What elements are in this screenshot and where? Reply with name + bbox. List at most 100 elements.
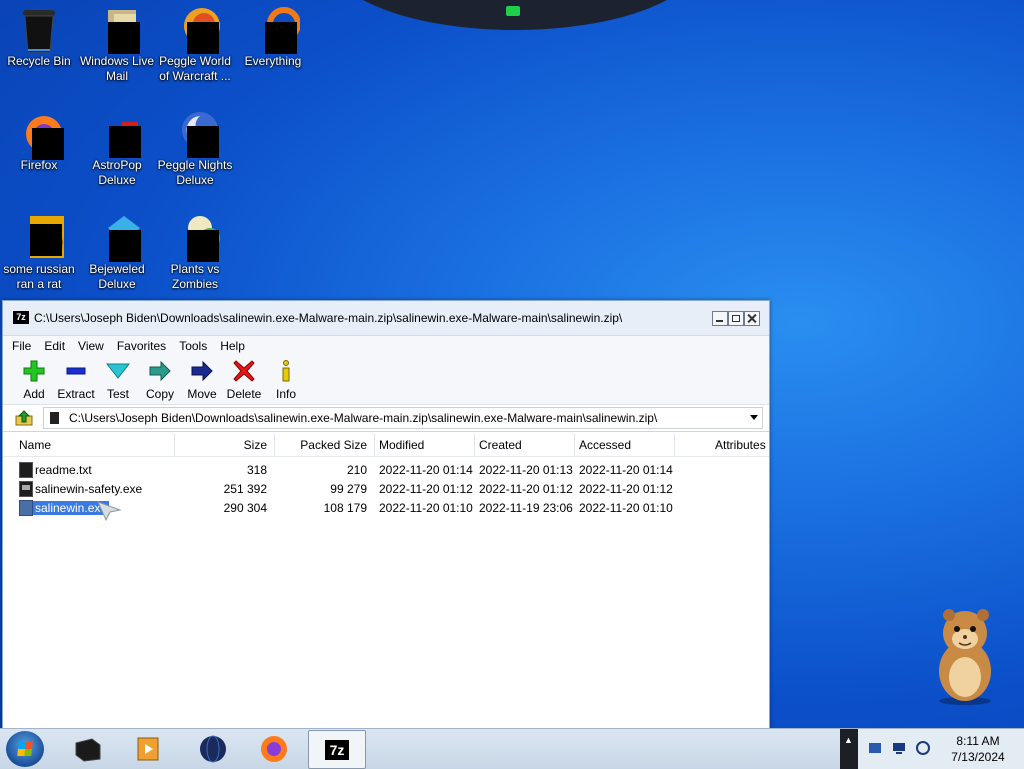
column-size[interactable]: Size <box>203 438 267 452</box>
delete-button[interactable]: Delete <box>223 356 265 401</box>
table-row[interactable]: salinewin-safety.exe 251 392 99 279 2022… <box>3 479 769 498</box>
info-button[interactable]: Info <box>265 356 307 401</box>
7zip-app-icon: 7z <box>13 311 29 324</box>
close-button[interactable] <box>744 311 760 326</box>
desktop-icon-label: Peggle World of Warcraft ... <box>159 54 231 83</box>
menu-bar: File Edit View Favorites Tools Help <box>3 336 769 356</box>
desktop-icon-label: Windows Live Mail <box>79 54 155 83</box>
delete-x-icon <box>233 360 255 382</box>
up-folder-button[interactable] <box>15 410 33 426</box>
column-accessed[interactable]: Accessed <box>579 438 631 452</box>
move-button[interactable]: Move <box>181 356 223 401</box>
info-icon <box>282 360 290 382</box>
rat-app-icon: e <box>16 214 64 260</box>
taskbar-app-media-player[interactable] <box>120 730 176 767</box>
column-separator[interactable] <box>274 434 275 456</box>
desktop-icon-label: Bejeweled Deluxe <box>89 262 145 291</box>
recycle-bin-icon <box>16 6 62 53</box>
mail-icon <box>94 6 140 54</box>
terminal-icon <box>75 737 101 762</box>
clock[interactable]: 8:11 AM 7/13/2024 <box>938 733 1018 765</box>
media-player-icon <box>137 737 159 760</box>
peggle-wow-icon <box>172 6 220 54</box>
everything-search-icon <box>250 6 301 54</box>
title-bar[interactable]: 7z C:\Users\Joseph Biden\Downloads\salin… <box>3 301 769 336</box>
status-light <box>506 6 520 16</box>
address-bar: C:\Users\Joseph Biden\Downloads\salinewi… <box>3 405 769 432</box>
menu-view[interactable]: View <box>78 339 104 353</box>
start-button[interactable] <box>6 731 44 767</box>
column-name[interactable]: Name <box>19 438 51 452</box>
top-decoration-bar <box>330 0 700 30</box>
column-separator[interactable] <box>574 434 575 456</box>
peggle-nights-icon <box>172 110 219 158</box>
desktop-icon-russian-rat[interactable]: e some russian ran a rat <box>0 214 78 292</box>
volume-icon[interactable] <box>916 741 930 755</box>
monitor-icon[interactable] <box>892 741 906 755</box>
menu-edit[interactable]: Edit <box>44 339 65 353</box>
desktop-icon-astropop[interactable]: 4 AstroPop Deluxe <box>78 110 156 188</box>
column-separator[interactable] <box>674 434 675 456</box>
path-text: C:\Users\Joseph Biden\Downloads\salinewi… <box>69 411 658 425</box>
desktop-icon-label: AstroPop Deluxe <box>92 158 142 187</box>
dropdown-arrow-icon[interactable] <box>750 415 758 420</box>
plants-vs-zombies-icon <box>172 214 220 262</box>
copy-arrow-icon <box>149 360 171 382</box>
desktop-icon-everything[interactable]: Everything <box>234 6 312 69</box>
menu-favorites[interactable]: Favorites <box>117 339 166 353</box>
desktop-icon-windows-live-mail[interactable]: Windows Live Mail <box>78 6 156 84</box>
column-separator[interactable] <box>174 434 175 456</box>
column-header: Name Size Packed Size Modified Created A… <box>3 434 769 457</box>
desktop-icon-firefox[interactable]: Firefox <box>0 110 78 173</box>
exe-file-icon <box>19 500 33 516</box>
minimize-button[interactable] <box>712 311 728 326</box>
taskbar-app-firefox[interactable] <box>246 730 302 767</box>
menu-file[interactable]: File <box>12 339 31 353</box>
network-icon[interactable] <box>868 741 882 755</box>
chevron-up-icon: ▲ <box>844 735 853 745</box>
add-button[interactable]: Add <box>13 356 55 401</box>
hamster-desktop-pet[interactable] <box>925 605 1007 705</box>
desktop-icon-label: Everything <box>244 54 302 68</box>
firefox-icon <box>261 735 287 762</box>
folder-up-icon <box>15 410 33 426</box>
column-separator[interactable] <box>474 434 475 456</box>
taskbar-app-terminal[interactable] <box>60 730 116 767</box>
desktop-icon-peggle-wow[interactable]: Peggle World of Warcraft ... <box>156 6 234 84</box>
desktop-icon-peggle-nights[interactable]: Peggle Nights Deluxe <box>156 110 234 188</box>
column-separator[interactable] <box>374 434 375 456</box>
menu-help[interactable]: Help <box>220 339 245 353</box>
column-packed-size[interactable]: Packed Size <box>283 438 367 452</box>
7zip-taskbar-icon: 7z <box>324 739 350 760</box>
desktop-icon-plants-vs-zombies[interactable]: Plants vs Zombies <box>156 214 234 292</box>
taskbar-app-globe[interactable] <box>185 730 241 767</box>
tray-expand-button[interactable]: ▲ <box>840 729 858 769</box>
column-modified[interactable]: Modified <box>379 438 424 452</box>
text-file-icon <box>19 462 33 478</box>
window-title: C:\Users\Joseph Biden\Downloads\salinewi… <box>34 311 623 325</box>
test-button[interactable]: Test <box>97 356 139 401</box>
toolbar: Add Extract Test Copy Move Delete Info <box>3 356 769 405</box>
desktop-icon-recycle-bin[interactable]: Recycle Bin <box>0 6 78 69</box>
firefox-icon <box>16 110 64 160</box>
desktop-icon-label: Peggle Nights Deluxe <box>157 158 233 187</box>
desktop-icon-label: Recycle Bin <box>7 54 71 68</box>
desktop-icon-bejeweled[interactable]: Bejeweled Deluxe <box>78 214 156 292</box>
astropop-icon: 4 <box>94 110 141 158</box>
globe-icon <box>200 735 226 762</box>
copy-button[interactable]: Copy <box>139 356 181 401</box>
move-arrow-icon <box>191 360 213 382</box>
taskbar: 7z ▲ 8:11 AM 7/13/2024 <box>0 728 1024 769</box>
table-row[interactable]: readme.txt 318 210 2022-11-20 01:14 2022… <box>3 460 769 479</box>
plus-icon <box>23 360 45 382</box>
taskbar-app-7zip[interactable]: 7z <box>308 730 366 769</box>
mouse-cursor-icon <box>96 498 122 522</box>
desktop-icon-label: Firefox <box>20 158 58 172</box>
desktop-icon-label: some russian ran a rat <box>3 262 75 291</box>
column-attributes[interactable]: Attributes <box>715 438 766 452</box>
maximize-button[interactable] <box>728 311 744 326</box>
extract-button[interactable]: Extract <box>55 356 97 401</box>
path-combobox[interactable]: C:\Users\Joseph Biden\Downloads\salinewi… <box>43 407 763 429</box>
column-created[interactable]: Created <box>479 438 522 452</box>
menu-tools[interactable]: Tools <box>179 339 207 353</box>
